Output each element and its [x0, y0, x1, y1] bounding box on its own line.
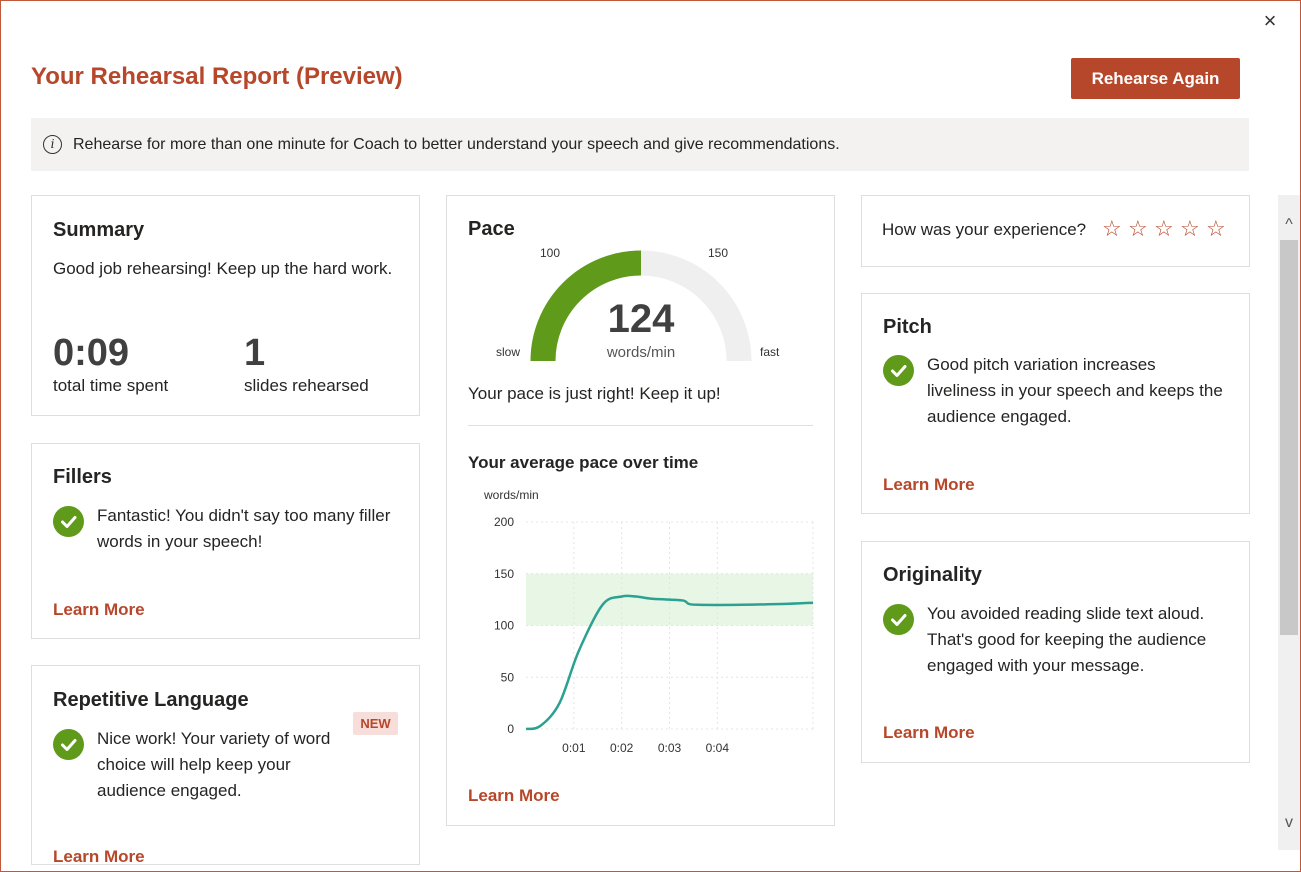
pitch-message: Good pitch variation increases livelines… [927, 355, 1223, 426]
star-icon-5[interactable]: ☆ [1206, 216, 1226, 242]
y-tick-label: 200 [494, 515, 514, 529]
new-badge: NEW [353, 712, 398, 735]
repetitive-learn-more-link[interactable]: Learn More [53, 847, 145, 864]
y-tick-label: 150 [494, 567, 514, 581]
summary-title: Summary [53, 219, 145, 241]
total-time-label: total time spent [53, 376, 169, 395]
pace-over-time-chart: 0 50 100 150 200 0:01 0:02 0:03 0:04 words/min [483, 488, 814, 755]
pitch-title: Pitch [883, 316, 932, 338]
pitch-learn-more-link[interactable]: Learn More [883, 475, 975, 495]
star-icon-2[interactable]: ☆ [1128, 216, 1148, 242]
info-banner: i Rehearse for more than one minute for … [31, 118, 1249, 171]
rehearse-again-button[interactable]: Rehearse Again [1071, 58, 1240, 99]
y-axis-label: words/min [483, 488, 539, 502]
x-tick-label: 0:03 [658, 741, 682, 755]
fillers-message: Fantastic! You didn't say too many fille… [97, 506, 391, 551]
gauge-slow-label: slow [496, 345, 521, 359]
repetitive-language-title: Repetitive Language [53, 689, 249, 711]
scroll-down-icon[interactable]: v [1278, 809, 1300, 837]
repetitive-language-card: Repetitive Language Nice work! Your vari… [31, 665, 420, 865]
star-icon-1[interactable]: ☆ [1102, 216, 1122, 242]
fillers-learn-more-link[interactable]: Learn More [53, 600, 145, 620]
slides-value: 1 [244, 332, 266, 374]
x-tick-label: 0:01 [562, 741, 586, 755]
gauge-min-label: 100 [540, 246, 561, 260]
y-tick-label: 100 [494, 619, 514, 633]
scrollbar-thumb[interactable] [1280, 240, 1298, 635]
pace-message: Your pace is just right! Keep it up! [468, 384, 721, 403]
summary-card: Summary Good job rehearsing! Keep up the… [31, 195, 420, 416]
rehearsal-report-window: × Your Rehearsal Report (Preview) Rehear… [0, 0, 1301, 872]
x-tick-label: 0:02 [610, 741, 634, 755]
pace-learn-more-link[interactable]: Learn More [468, 786, 560, 806]
scroll-up-icon[interactable]: ^ [1278, 211, 1300, 239]
fillers-title: Fillers [53, 466, 112, 488]
total-time-value: 0:09 [53, 332, 130, 374]
vertical-scrollbar[interactable]: ^ v [1278, 195, 1300, 850]
pace-divider [468, 425, 813, 426]
pitch-card: Pitch Good pitch variation increases liv… [861, 293, 1250, 514]
star-icon-4[interactable]: ☆ [1180, 216, 1200, 242]
gauge-fast-label: fast [760, 345, 780, 359]
repetitive-language-message: Nice work! Your variety of word choice w… [97, 729, 331, 800]
close-icon[interactable]: × [1257, 9, 1283, 35]
y-tick-label: 0 [507, 722, 514, 736]
y-tick-label: 50 [501, 670, 515, 684]
info-message: Rehearse for more than one minute for Co… [73, 135, 840, 153]
pace-unit: words/min [606, 344, 676, 361]
check-icon [53, 729, 84, 760]
originality-learn-more-link[interactable]: Learn More [883, 723, 975, 743]
pace-chart-title: Your average pace over time [468, 453, 699, 472]
x-tick-label: 0:04 [706, 741, 730, 755]
originality-message: You avoided reading slide text aloud. Th… [927, 604, 1207, 675]
pace-value: 124 [607, 297, 675, 341]
originality-card: Originality You avoided reading slide te… [861, 541, 1250, 763]
summary-message: Good job rehearsing! Keep up the hard wo… [53, 259, 393, 278]
rating-question: How was your experience? [882, 220, 1087, 239]
check-icon [883, 355, 914, 386]
info-icon: i [43, 135, 62, 154]
check-icon [883, 604, 914, 635]
pace-title: Pace [468, 218, 515, 240]
star-icon-3[interactable]: ☆ [1154, 216, 1174, 242]
page-title: Your Rehearsal Report (Preview) [31, 63, 403, 90]
slides-label: slides rehearsed [244, 376, 369, 395]
originality-title: Originality [883, 564, 982, 586]
fillers-card: Fillers Fantastic! You didn't say too ma… [31, 443, 420, 639]
check-icon [53, 506, 84, 537]
gauge-max-label: 150 [708, 246, 729, 260]
